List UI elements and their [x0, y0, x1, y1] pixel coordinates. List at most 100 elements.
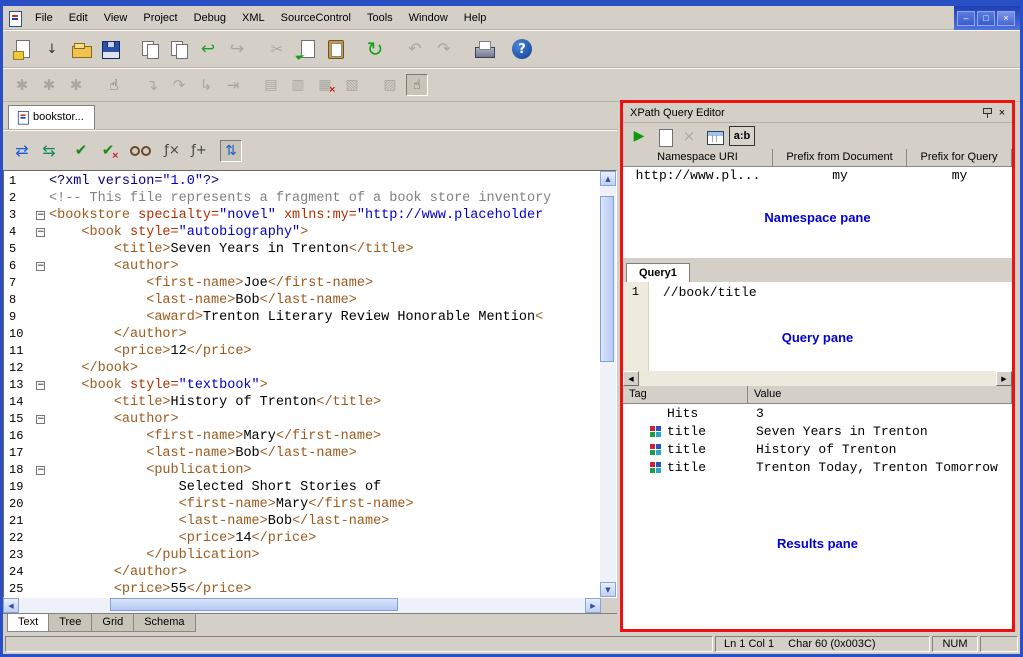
query-scroll-track[interactable]: [639, 371, 996, 386]
menu-window[interactable]: Window: [401, 8, 456, 28]
copy-window-icon[interactable]: [138, 37, 162, 61]
code-line[interactable]: 2<!-- This file represents a fragment of…: [4, 190, 600, 207]
tab-text[interactable]: Text: [7, 614, 49, 632]
insert-function-icon[interactable]: ƒ+: [188, 140, 210, 162]
call-stack-window-icon[interactable]: ▧: [341, 74, 363, 96]
run-to-cursor-icon[interactable]: ⇥: [222, 74, 244, 96]
code-line[interactable]: 8 <last-name>Bob</last-name>: [4, 292, 600, 309]
help-icon[interactable]: ?: [512, 39, 532, 59]
result-row[interactable]: titleTrenton Today, Trenton Tomorrow: [623, 458, 1012, 476]
horizontal-scroll-thumb[interactable]: [110, 598, 398, 611]
window-minimize-button[interactable]: –: [957, 11, 975, 26]
code-line[interactable]: 10 </author>: [4, 326, 600, 343]
preview-icon[interactable]: [129, 140, 151, 162]
window-close-button[interactable]: ×: [997, 11, 1015, 26]
window-maximize-button[interactable]: □: [977, 11, 995, 26]
fold-toggle-icon[interactable]: −: [36, 211, 45, 220]
debug-start-icon[interactable]: ✱: [11, 74, 33, 96]
fold-toggle-icon[interactable]: −: [36, 381, 45, 390]
new-document-icon[interactable]: [11, 37, 35, 61]
import-file-icon[interactable]: ↓: [40, 37, 64, 61]
menu-project[interactable]: Project: [135, 8, 185, 28]
panel-close-icon[interactable]: ×: [995, 107, 1009, 119]
code-line[interactable]: 11 <price>12</price>: [4, 343, 600, 360]
copy-icon[interactable]: [294, 37, 318, 61]
query-scroll-right-icon[interactable]: ▶: [996, 371, 1012, 386]
code-line[interactable]: 25 <price>55</price>: [4, 581, 600, 597]
scroll-left-icon[interactable]: ◀: [3, 598, 19, 613]
scroll-right-icon[interactable]: ▶: [585, 598, 601, 613]
new-query-icon[interactable]: [654, 126, 674, 146]
result-row[interactable]: Hits3: [623, 404, 1012, 422]
fold-toggle-icon[interactable]: −: [36, 228, 45, 237]
code-line[interactable]: 17 <last-name>Bob</last-name>: [4, 445, 600, 462]
scroll-up-icon[interactable]: ▲: [600, 171, 616, 186]
debug-stop-icon[interactable]: ✱: [65, 74, 87, 96]
query-horizontal-scrollbar[interactable]: ◀ ▶: [623, 371, 1012, 386]
code-editor[interactable]: 1<?xml version="1.0"?>2<!-- This file re…: [3, 170, 617, 598]
editor-horizontal-scrollbar[interactable]: ◀ ▶: [3, 598, 601, 613]
code-line[interactable]: 9 <award>Trenton Literary Review Honorab…: [4, 309, 600, 326]
menu-xml[interactable]: XML: [234, 8, 273, 28]
step-out-icon[interactable]: ↳: [195, 74, 217, 96]
query-scroll-left-icon[interactable]: ◀: [623, 371, 639, 386]
code-line[interactable]: 21 <last-name>Bob</last-name>: [4, 513, 600, 530]
result-row[interactable]: titleSeven Years in Trenton: [623, 422, 1012, 440]
horizontal-scroll-track[interactable]: [19, 598, 585, 613]
query-body[interactable]: //book/title: [649, 282, 1012, 371]
save-file-icon[interactable]: [98, 37, 122, 61]
pan-hand-icon[interactable]: ☝: [103, 74, 125, 96]
close-debug-window-icon[interactable]: ▦×: [314, 74, 336, 96]
code-line[interactable]: 16 <first-name>Mary</first-name>: [4, 428, 600, 445]
print-icon[interactable]: [472, 37, 496, 61]
code-line[interactable]: 20 <first-name>Mary</first-name>: [4, 496, 600, 513]
cut-icon[interactable]: ✂: [265, 37, 289, 61]
code-line[interactable]: 6− <author>: [4, 258, 600, 275]
tab-grid[interactable]: Grid: [91, 614, 134, 632]
result-row[interactable]: titleHistory of Trenton: [623, 440, 1012, 458]
code-line[interactable]: 24 </author>: [4, 564, 600, 581]
hand-tool-icon[interactable]: ☝: [406, 74, 428, 96]
code-line[interactable]: 22 <price>14</price>: [4, 530, 600, 547]
code-line[interactable]: 15− <author>: [4, 411, 600, 428]
export-results-icon[interactable]: [704, 126, 724, 146]
code-line[interactable]: 19 Selected Short Stories of: [4, 479, 600, 496]
menu-help[interactable]: Help: [456, 8, 495, 28]
watch-window-icon[interactable]: ▤: [260, 74, 282, 96]
validate-icon[interactable]: ✔: [70, 140, 92, 162]
reload-document-icon[interactable]: ⇄: [11, 140, 33, 162]
namespace-prefix-toggle-icon[interactable]: a:b: [729, 126, 755, 146]
menu-view[interactable]: View: [96, 8, 136, 28]
tab-schema[interactable]: Schema: [133, 614, 195, 632]
menu-edit[interactable]: Edit: [61, 8, 96, 28]
undo-icon[interactable]: ↶: [403, 37, 427, 61]
redo-icon[interactable]: ↷: [432, 37, 456, 61]
xpath-editor-toggle-icon[interactable]: ⇅: [220, 140, 242, 162]
code-line[interactable]: 7 <first-name>Joe</first-name>: [4, 275, 600, 292]
navigate-forward-icon[interactable]: ↪: [225, 37, 249, 61]
code-line[interactable]: 3−<bookstore specialty="novel" xmlns:my=…: [4, 207, 600, 224]
fold-toggle-icon[interactable]: −: [36, 415, 45, 424]
editor-vertical-scrollbar[interactable]: ▲ ▼: [600, 171, 616, 597]
debug-pause-icon[interactable]: ✱: [38, 74, 60, 96]
step-over-icon[interactable]: ↷: [168, 74, 190, 96]
fold-toggle-icon[interactable]: −: [36, 466, 45, 475]
run-query-icon[interactable]: ▶: [629, 126, 649, 146]
menu-debug[interactable]: Debug: [186, 8, 234, 28]
duplicate-document-icon[interactable]: [167, 37, 191, 61]
xpath-function-icon[interactable]: ƒ×: [161, 140, 183, 162]
code-line[interactable]: 12 </book>: [4, 360, 600, 377]
code-line[interactable]: 13− <book style="textbook">: [4, 377, 600, 394]
step-into-icon[interactable]: ↴: [141, 74, 163, 96]
delete-query-icon[interactable]: ×: [679, 126, 699, 146]
paste-icon[interactable]: [323, 37, 347, 61]
query-editor[interactable]: 1 //book/title Query pane: [623, 282, 1012, 371]
menu-sourcecontrol[interactable]: SourceControl: [273, 8, 359, 28]
code-line[interactable]: 5 <title>Seven Years in Trenton</title>: [4, 241, 600, 258]
code-line[interactable]: 1<?xml version="1.0"?>: [4, 173, 600, 190]
navigate-back-icon[interactable]: ↩: [196, 37, 220, 61]
vertical-scroll-thumb[interactable]: [600, 196, 614, 362]
vertical-scroll-track[interactable]: [600, 186, 616, 582]
code-line[interactable]: 14 <title>History of Trenton</title>: [4, 394, 600, 411]
namespace-row[interactable]: http://www.pl...mymy: [623, 167, 1012, 184]
